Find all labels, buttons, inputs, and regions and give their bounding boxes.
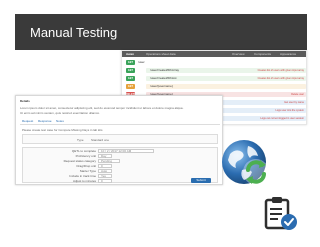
field-label: Proficiency unit — [75, 154, 96, 158]
tab-request[interactable]: Request — [22, 119, 33, 123]
field-input[interactable]: 0 — [98, 164, 112, 168]
operation-row[interactable]: GET /user — [126, 60, 306, 66]
operation-path: /user — [138, 60, 145, 64]
field-value: Day — [101, 154, 107, 158]
tab-notes[interactable]: Notes — [56, 119, 64, 123]
operation-note: Get user by name — [284, 101, 304, 104]
field-value: Yes — [101, 174, 106, 178]
type-box: Type Standard one — [22, 134, 218, 144]
field-value: 10 / 2 / 2017 12:00 AM — [101, 149, 132, 153]
method-badge: GET — [126, 68, 135, 73]
operation-path: /user/{username} — [150, 84, 173, 88]
field-input[interactable]: 0 — [98, 179, 112, 183]
field-input[interactable]: Day — [98, 154, 112, 158]
page-title: Manual Testing — [30, 25, 118, 40]
clipboard-check-icon — [264, 197, 297, 230]
operation-note: Delete user — [291, 93, 304, 96]
form-description-2: Ut enim ad minim veniam, quis nostrud ex… — [20, 111, 101, 115]
operation-note: Creates list of users with given input a… — [257, 77, 304, 80]
method-badge: GET — [126, 76, 135, 81]
field-input[interactable]: Auto — [98, 169, 112, 173]
field-label: Include in track time — [69, 174, 96, 178]
panel-heading: Operations sheet data — [146, 52, 176, 56]
nav-overview[interactable]: Overview — [232, 52, 245, 56]
operation-note: Creates list of users with given input a… — [257, 69, 304, 72]
field-label: QETL to complete — [71, 149, 96, 153]
method-badge: GET — [126, 60, 135, 65]
method-badge: GET — [126, 84, 135, 89]
field-input[interactable]: Pending — [98, 159, 120, 163]
field-input[interactable]: 10 / 2 / 2017 12:00 AM — [98, 149, 154, 153]
section-text: Please create test case for Compute Miss… — [22, 128, 103, 132]
field-value: Pending — [101, 159, 113, 163]
brand-logo: Awan — [126, 52, 134, 56]
test-case-form-panel: Details Lorem ipsum dolor sit amet, cons… — [15, 95, 223, 185]
operation-path: /user/createWithArray — [150, 68, 180, 72]
field-label: Drag/Drop unit — [76, 164, 96, 168]
form-description: Lorem ipsum dolor sit amet, consectetur … — [20, 106, 184, 110]
operation-bar: /user/{username} — [146, 84, 306, 89]
panel-header: Awan Operations sheet data Overview Comp… — [122, 51, 306, 57]
operation-note: Logs out current logged in user session — [260, 117, 304, 120]
operation-row[interactable]: GET /user/createWithArray Creates list o… — [126, 68, 306, 74]
tab-divider — [20, 124, 220, 125]
form-title: Details — [20, 99, 30, 103]
operation-path: /user/createWithList — [150, 76, 177, 80]
field-label: Request status category — [63, 159, 96, 163]
field-label: Starter Type — [79, 169, 96, 173]
globe-refresh-icon — [222, 140, 269, 185]
field-input[interactable]: Yes — [98, 174, 112, 178]
type-value[interactable]: Standard one — [91, 138, 109, 142]
nav-appearance[interactable]: Appearance — [280, 52, 296, 56]
field-value: 0 — [101, 164, 103, 168]
tab-response[interactable]: Response — [38, 119, 52, 123]
type-label: Type — [77, 138, 84, 142]
field-label: Adjust to minutes — [72, 179, 96, 183]
operation-bar: /user/createWithArray Creates list of us… — [146, 68, 306, 73]
refresh-icon — [243, 159, 269, 185]
title-bar: Manual Testing — [15, 14, 307, 50]
operation-row[interactable]: GET /user/createWithList Creates list of… — [126, 76, 306, 82]
field-value: 0 — [101, 179, 103, 183]
operation-row[interactable]: GET /user/{username} — [126, 84, 306, 90]
field-value: Auto — [101, 169, 108, 173]
nav-components[interactable]: Components — [254, 52, 271, 56]
operation-note: Logs user into the system — [275, 109, 305, 112]
submit-button[interactable]: Submit — [191, 178, 211, 183]
operation-bar: /user/createWithList Creates list of use… — [146, 76, 306, 81]
